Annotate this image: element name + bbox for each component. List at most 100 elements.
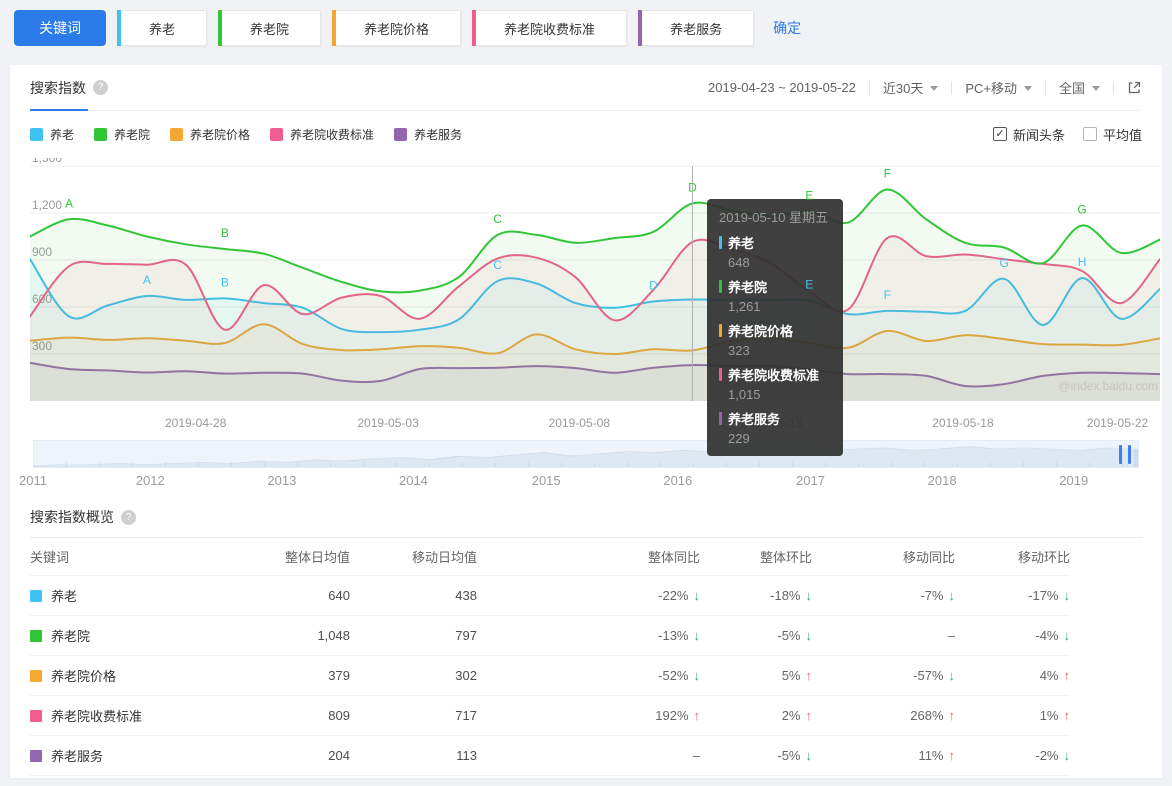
overall-daily-value: 379 bbox=[328, 668, 350, 683]
toggle-label: 平均值 bbox=[1102, 127, 1142, 143]
year-label[interactable]: 2011 bbox=[19, 473, 47, 488]
chart-tooltip: 2019-05-10 星期五 养老 648 养老院 1,261 养老院价格 323 养老院收… bbox=[707, 199, 843, 456]
toggle-label: 新闻头条 bbox=[1012, 127, 1065, 143]
tooltip-color-bar bbox=[719, 324, 722, 337]
region-dropdown[interactable]: 全国 bbox=[1059, 78, 1100, 97]
keyword-cell: 养老 bbox=[30, 586, 230, 605]
mobile-daily-value: 797 bbox=[455, 628, 477, 643]
keyword-name: 养老院收费标准 bbox=[51, 709, 143, 724]
keyword-name: 养老 bbox=[51, 589, 78, 604]
table-row: 养老院 1,048 797 -13% ↓ -5% ↓ – -4% ↓ bbox=[30, 616, 1070, 656]
active-tab-underline bbox=[30, 109, 88, 111]
column-header: 整体环比 bbox=[759, 550, 812, 565]
keyword-color-bar bbox=[117, 10, 121, 46]
divider bbox=[1044, 80, 1046, 95]
keyword-cell: 养老院价格 bbox=[30, 666, 230, 685]
x-axis-label: 2019-05-08 bbox=[548, 416, 611, 430]
keyword-tag-label: 养老院 bbox=[250, 21, 290, 37]
confirm-link[interactable]: 确定 bbox=[773, 18, 801, 38]
keyword-swatch bbox=[30, 669, 42, 682]
tooltip-color-bar bbox=[719, 412, 722, 425]
change-value: -57% bbox=[913, 668, 944, 683]
legend-label: 养老院 bbox=[114, 127, 151, 142]
chevron-down-icon bbox=[930, 85, 939, 91]
toggle-unchecked[interactable]: 平均值 bbox=[1082, 125, 1142, 144]
change-cell: 2% ↑ bbox=[700, 708, 812, 723]
legend-item[interactable]: 养老院 bbox=[94, 126, 150, 143]
x-axis-label: 2019-04-28 bbox=[164, 416, 227, 430]
keyword-tag[interactable]: 养老院 bbox=[218, 10, 322, 46]
checkbox-icon[interactable] bbox=[1082, 127, 1097, 141]
checkbox-icon[interactable]: ✓ bbox=[992, 127, 1007, 141]
legend-item[interactable]: 养老院价格 bbox=[170, 126, 250, 143]
chart-plot[interactable]: 3006009001,2001,500@index.baidu.com bbox=[29, 151, 1161, 408]
help-icon[interactable]: ? bbox=[121, 509, 136, 525]
change-cell: -2% ↓ bbox=[955, 748, 1070, 763]
tooltip-item: 养老院 1,261 bbox=[719, 277, 831, 314]
divider bbox=[1113, 80, 1114, 95]
legend-item[interactable]: 养老服务 bbox=[394, 126, 462, 143]
keyword-label-button[interactable]: 关键词 bbox=[14, 10, 106, 46]
change-value: -5% bbox=[777, 628, 801, 643]
keyword-name: 养老院价格 bbox=[51, 669, 117, 684]
legend-swatch bbox=[394, 127, 408, 141]
legend-item[interactable]: 养老 bbox=[30, 126, 74, 143]
timeline-slider[interactable] bbox=[33, 440, 1139, 468]
year-label[interactable]: 2015 bbox=[532, 473, 561, 488]
keyword-swatch bbox=[30, 589, 42, 602]
tooltip-name-text: 养老院收费标准 bbox=[728, 368, 820, 383]
tooltip-name-text: 养老院价格 bbox=[728, 324, 794, 339]
legend-swatch bbox=[170, 127, 184, 141]
keyword-swatch bbox=[30, 709, 42, 722]
index-panel: 搜索指数 ? 2019-04-23 ~ 2019-05-22 近30天 PC+移… bbox=[10, 65, 1162, 778]
slider-handle-left[interactable] bbox=[1119, 445, 1122, 464]
year-label[interactable]: 2016 bbox=[663, 473, 692, 488]
year-label[interactable]: 2017 bbox=[796, 473, 825, 488]
tab-search-index[interactable]: 搜索指数 ? bbox=[30, 65, 108, 111]
panel-header: 搜索指数 ? 2019-04-23 ~ 2019-05-22 近30天 PC+移… bbox=[30, 65, 1142, 111]
tooltip-item: 养老院价格 323 bbox=[719, 321, 831, 358]
keyword-cell: 养老服务 bbox=[30, 746, 230, 765]
year-label[interactable]: 2012 bbox=[136, 473, 165, 488]
mobile-daily-value: 438 bbox=[455, 588, 477, 603]
keyword-color-bar bbox=[472, 10, 477, 46]
overall-daily-value: 204 bbox=[328, 748, 350, 763]
keyword-tag[interactable]: 养老服务 bbox=[638, 10, 755, 46]
toggle-checked[interactable]: ✓ 新闻头条 bbox=[992, 125, 1065, 144]
keyword-tag[interactable]: 养老院价格 bbox=[332, 10, 462, 46]
keyword-tag-label: 养老 bbox=[149, 21, 176, 37]
change-value: – bbox=[692, 748, 700, 763]
keyword-tag[interactable]: 养老 bbox=[117, 10, 208, 46]
change-cell: -7% ↓ bbox=[812, 588, 955, 603]
divider bbox=[868, 80, 870, 95]
external-link-icon[interactable] bbox=[1127, 80, 1142, 95]
tooltip-series-name: 养老服务 bbox=[719, 409, 831, 428]
year-label[interactable]: 2014 bbox=[399, 473, 428, 488]
column-header: 整体日均值 bbox=[284, 550, 350, 565]
tooltip-series-name: 养老院收费标准 bbox=[719, 365, 831, 384]
keyword-tag[interactable]: 养老院收费标准 bbox=[472, 10, 628, 46]
tooltip-name-text: 养老 bbox=[728, 236, 755, 251]
legend-item[interactable]: 养老院收费标准 bbox=[270, 126, 374, 143]
keyword-swatch bbox=[30, 629, 42, 642]
change-value: -17% bbox=[1028, 588, 1059, 603]
chart-legend: 养老 养老院 养老院价格 养老院收费标准 养老服务 bbox=[30, 126, 462, 143]
year-label[interactable]: 2018 bbox=[928, 473, 957, 488]
change-value: 2% bbox=[781, 708, 801, 723]
tooltip-item: 养老服务 229 bbox=[719, 409, 831, 446]
help-icon[interactable]: ? bbox=[93, 80, 108, 95]
tooltip-series-name: 养老院 bbox=[719, 277, 831, 296]
keyword-cell: 养老院收费标准 bbox=[30, 706, 230, 725]
change-value: -18% bbox=[770, 588, 801, 603]
range-dropdown[interactable]: 近30天 bbox=[883, 78, 939, 97]
table-row: 养老服务 204 113 – -5% ↓ 11% ↑ -2% ↓ bbox=[30, 736, 1070, 776]
device-dropdown[interactable]: PC+移动 bbox=[965, 78, 1032, 97]
tooltip-color-bar bbox=[719, 236, 722, 249]
trend-chart[interactable]: 300 600 900 1,200 1,500 @index.baidu.com 2019… bbox=[29, 151, 1161, 456]
date-range[interactable]: 2019-04-23 ~ 2019-05-22 bbox=[708, 80, 856, 95]
legend-label: 养老院收费标准 bbox=[290, 127, 375, 142]
change-cell: -17% ↓ bbox=[955, 588, 1070, 603]
slider-handle-right[interactable] bbox=[1128, 445, 1131, 464]
year-label[interactable]: 2013 bbox=[267, 473, 296, 488]
year-label[interactable]: 2019 bbox=[1059, 473, 1088, 488]
